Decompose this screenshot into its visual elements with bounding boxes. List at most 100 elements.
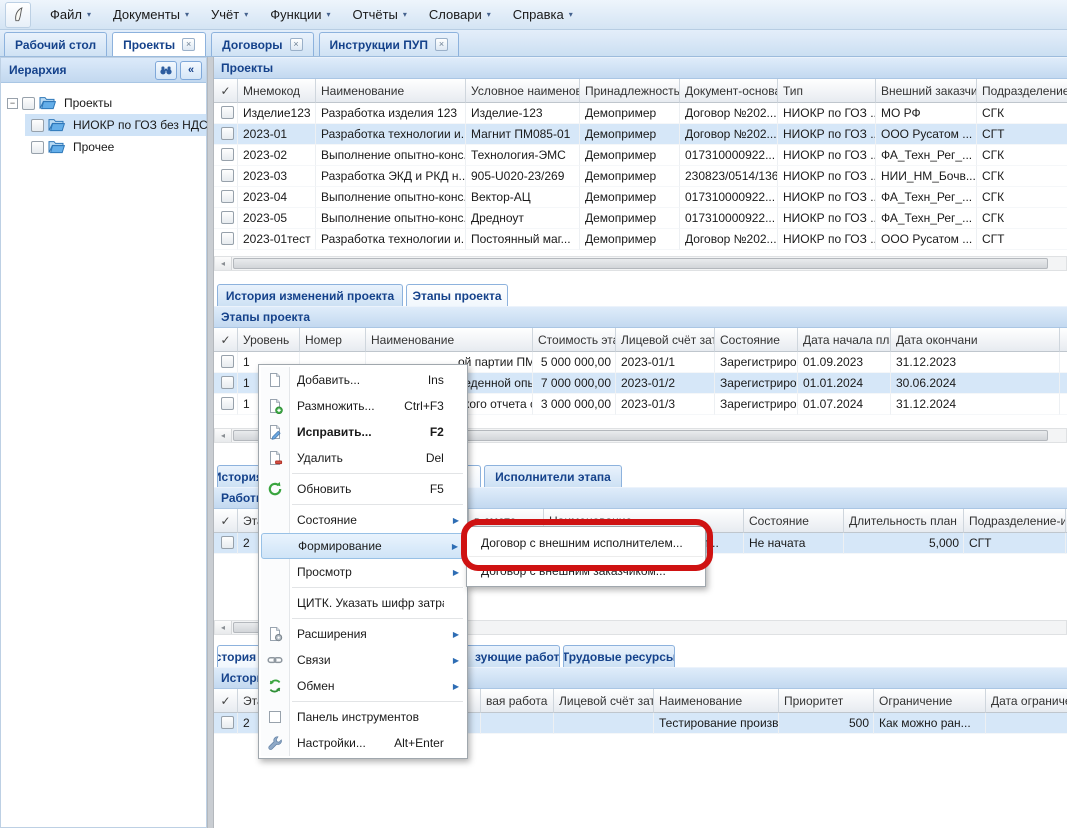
menu-item[interactable]: Функции ▾	[259, 3, 341, 26]
column-header[interactable]: Подразделение-испо	[964, 509, 1066, 533]
row-checkbox[interactable]	[221, 106, 234, 119]
column-header[interactable]: Стоимость этапа	[533, 328, 616, 352]
table-row[interactable]: 2023-01Разработка технологии и...Магнит …	[214, 124, 1067, 145]
menu-item[interactable]: Учёт ▾	[200, 3, 259, 26]
menu-item[interactable]: Словари ▾	[418, 3, 502, 26]
menu-item[interactable]: Отчёты ▾	[342, 3, 418, 26]
tab[interactable]: Проекты ×	[112, 32, 206, 56]
tree-checkbox[interactable]	[22, 97, 35, 110]
context-menu-item[interactable]: Исправить... F2 ▶	[261, 419, 465, 445]
row-checkbox[interactable]	[221, 148, 234, 161]
column-header[interactable]: Состояние	[744, 509, 844, 533]
horizontal-scrollbar[interactable]: ◂	[214, 256, 1067, 271]
column-header[interactable]: Лицевой счёт затр	[554, 689, 654, 713]
context-menu-item[interactable]: Размножить... Ctrl+F3 ▶	[261, 393, 465, 419]
tree-item[interactable]: − Прочее	[25, 136, 206, 158]
column-header[interactable]: Уровень	[238, 328, 300, 352]
context-menu-item[interactable]: Обмен ▶	[261, 673, 465, 699]
submenu-item[interactable]: Договор с внешним заказчиком...	[469, 557, 703, 584]
column-header[interactable]: Длительность план▼	[844, 509, 964, 533]
context-menu-item[interactable]: ЦИТК. Указать шифр затрат... ▶	[261, 590, 465, 616]
context-menu-item[interactable]: Просмотр ▶	[261, 559, 465, 585]
scroll-left-icon[interactable]: ◂	[215, 429, 232, 442]
context-menu-item[interactable]: Расширения ▶	[261, 621, 465, 647]
row-checkbox[interactable]	[221, 211, 234, 224]
tab[interactable]: История изменений проекта	[217, 284, 403, 306]
tree-checkbox[interactable]	[31, 119, 44, 132]
row-checkbox[interactable]	[221, 376, 234, 389]
row-checkbox[interactable]	[221, 536, 234, 549]
cell: Демопример	[580, 145, 680, 166]
cell: СГТ	[964, 533, 1066, 554]
search-button[interactable]	[155, 61, 177, 80]
tree-item[interactable]: − НИОКР по ГОЗ без НДС	[25, 114, 206, 136]
context-menu-item[interactable]: Обновить F5 ▶	[261, 476, 465, 502]
tab[interactable]: Этапы проекта	[406, 284, 508, 306]
context-menu-item[interactable]: Формирование ▶	[261, 533, 465, 559]
column-header[interactable]: Документ-основан	[680, 79, 778, 103]
column-header[interactable]: Состояние	[715, 328, 798, 352]
scroll-left-icon[interactable]: ◂	[215, 257, 232, 270]
select-all-header[interactable]: ✓	[214, 328, 238, 352]
sidebar-splitter[interactable]	[207, 57, 214, 828]
table-row[interactable]: Изделие123Разработка изделия 123Изделие-…	[214, 103, 1067, 124]
context-menu-item[interactable]: Добавить... Ins ▶	[261, 367, 465, 393]
menu-item[interactable]: Справка ▾	[502, 3, 584, 26]
column-header[interactable]: Наименование	[654, 689, 779, 713]
row-checkbox[interactable]	[221, 169, 234, 182]
row-checkbox[interactable]	[221, 397, 234, 410]
column-header[interactable]: Ограничение	[874, 689, 986, 713]
table-row[interactable]: 2023-02Выполнение опытно-конс...Технолог…	[214, 145, 1067, 166]
select-all-header[interactable]: ✓	[214, 689, 238, 713]
column-header[interactable]: Дата ограничени	[986, 689, 1067, 713]
scroll-left-icon[interactable]: ◂	[215, 621, 232, 634]
column-header[interactable]: Подразделение	[977, 79, 1067, 103]
tab[interactable]: Трудовые ресурсы	[563, 645, 675, 667]
column-header[interactable]: Номер	[300, 328, 366, 352]
table-row[interactable]: 2023-01тестРазработка технологии и...Пос…	[214, 229, 1067, 250]
checkbox-cell	[214, 713, 238, 734]
table-row[interactable]: 2023-04Выполнение опытно-конс...Вектор-А…	[214, 187, 1067, 208]
menu-item[interactable]: Документы ▾	[102, 3, 200, 26]
context-menu-item[interactable]: Настройки... Alt+Enter ▶	[261, 730, 465, 756]
tab[interactable]: Рабочий стол ×	[4, 32, 107, 56]
tree-item[interactable]: − Проекты	[1, 92, 206, 114]
context-menu-item[interactable]: Панель инструментов ▶	[261, 704, 465, 730]
select-all-header[interactable]: ✓	[214, 509, 238, 533]
close-icon[interactable]: ×	[290, 38, 303, 51]
submenu-item[interactable]: Договор с внешним исполнителем...	[469, 529, 703, 557]
column-header[interactable]: Дата начала план	[798, 328, 891, 352]
row-checkbox[interactable]	[221, 232, 234, 245]
tab[interactable]: Инструкции ПУП ×	[319, 32, 459, 56]
column-header[interactable]: Приоритет	[779, 689, 874, 713]
menu-item[interactable]: Файл ▾	[39, 3, 102, 26]
select-all-header[interactable]: ✓	[214, 79, 238, 103]
tab[interactable]: Исполнители этапа	[484, 465, 622, 487]
column-header[interactable]: Условное наименова	[466, 79, 580, 103]
column-header[interactable]: Дата окончани	[891, 328, 1060, 352]
collapse-node-icon[interactable]: −	[7, 98, 18, 109]
column-header[interactable]: Наименование	[316, 79, 466, 103]
tab[interactable]: Договоры ×	[211, 32, 313, 56]
column-header[interactable]: Мнемокод	[238, 79, 316, 103]
column-header[interactable]: Внешний заказчик	[876, 79, 977, 103]
column-header[interactable]: Наименование	[366, 328, 533, 352]
column-header[interactable]: Лицевой счёт затрат.	[616, 328, 715, 352]
close-icon[interactable]: ×	[182, 38, 195, 51]
close-icon[interactable]: ×	[435, 38, 448, 51]
context-menu-item[interactable]: Связи ▶	[261, 647, 465, 673]
row-checkbox[interactable]	[221, 190, 234, 203]
column-header[interactable]: вая работа	[481, 689, 554, 713]
table-row[interactable]: 2023-03Разработка ЭКД и РКД н...905-U020…	[214, 166, 1067, 187]
row-checkbox[interactable]	[221, 355, 234, 368]
column-header[interactable]: Тип	[778, 79, 876, 103]
row-checkbox[interactable]	[221, 716, 234, 729]
row-checkbox[interactable]	[221, 127, 234, 140]
scrollbar-thumb[interactable]	[233, 258, 1048, 269]
table-row[interactable]: 2023-05Выполнение опытно-конс...Дредноут…	[214, 208, 1067, 229]
context-menu-item[interactable]: Состояние ▶	[261, 507, 465, 533]
collapse-panel-button[interactable]: «	[180, 61, 202, 80]
tree-checkbox[interactable]	[31, 141, 44, 154]
context-menu-item[interactable]: Удалить Del ▶	[261, 445, 465, 471]
column-header[interactable]: Принадлежность	[580, 79, 680, 103]
